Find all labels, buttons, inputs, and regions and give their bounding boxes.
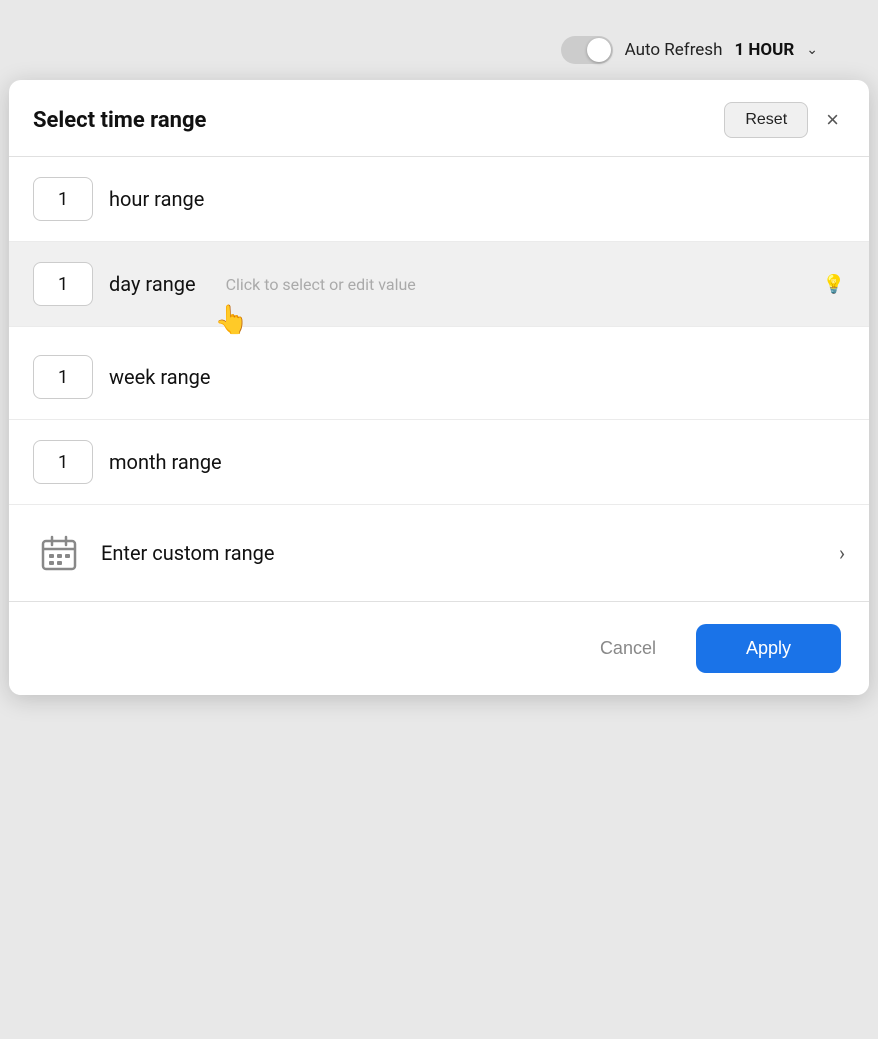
month-range-label: month range xyxy=(109,450,222,474)
modal-footer: Cancel Apply xyxy=(9,601,869,695)
modal-title: Select time range xyxy=(33,108,206,133)
cursor-pointer-icon: 👆 xyxy=(214,303,249,336)
auto-refresh-label: Auto Refresh xyxy=(625,40,723,60)
day-range-row[interactable]: 1 day range Click to select or edit valu… xyxy=(9,242,869,327)
custom-range-label: Enter custom range xyxy=(101,541,839,565)
week-range-label: week range xyxy=(109,365,210,389)
modal-header: Select time range Reset × xyxy=(9,80,869,157)
calendar-icon xyxy=(33,527,85,579)
apply-button[interactable]: Apply xyxy=(696,624,841,673)
month-range-input[interactable]: 1 xyxy=(33,440,93,484)
auto-refresh-toggle[interactable] xyxy=(561,36,613,64)
cancel-button[interactable]: Cancel xyxy=(580,626,676,671)
hour-range-label: hour range xyxy=(109,187,204,211)
modal-header-actions: Reset × xyxy=(724,102,845,138)
reset-button[interactable]: Reset xyxy=(724,102,808,138)
day-range-label: day range xyxy=(109,272,196,296)
modal-body: 1 hour range 1 day range Click to select… xyxy=(9,157,869,601)
day-range-input[interactable]: 1 xyxy=(33,262,93,306)
close-button[interactable]: × xyxy=(820,105,845,135)
top-bar: Auto Refresh 1 HOUR ⌄ xyxy=(541,20,878,80)
month-range-row[interactable]: 1 month range xyxy=(9,420,869,505)
hour-range-input[interactable]: 1 xyxy=(33,177,93,221)
refresh-interval-chevron[interactable]: ⌄ xyxy=(806,42,818,58)
day-range-hint: Click to select or edit value xyxy=(226,275,416,294)
refresh-interval-value: 1 HOUR xyxy=(734,40,794,60)
time-range-modal: Select time range Reset × 1 hour range 1… xyxy=(9,80,869,695)
hour-range-row[interactable]: 1 hour range xyxy=(9,157,869,242)
week-range-input[interactable]: 1 xyxy=(33,355,93,399)
week-range-row[interactable]: 1 week range xyxy=(9,335,869,420)
custom-range-row[interactable]: Enter custom range › xyxy=(9,505,869,601)
hint-bulb-icon: 💡 xyxy=(823,274,845,295)
custom-range-chevron-icon: › xyxy=(839,541,845,565)
